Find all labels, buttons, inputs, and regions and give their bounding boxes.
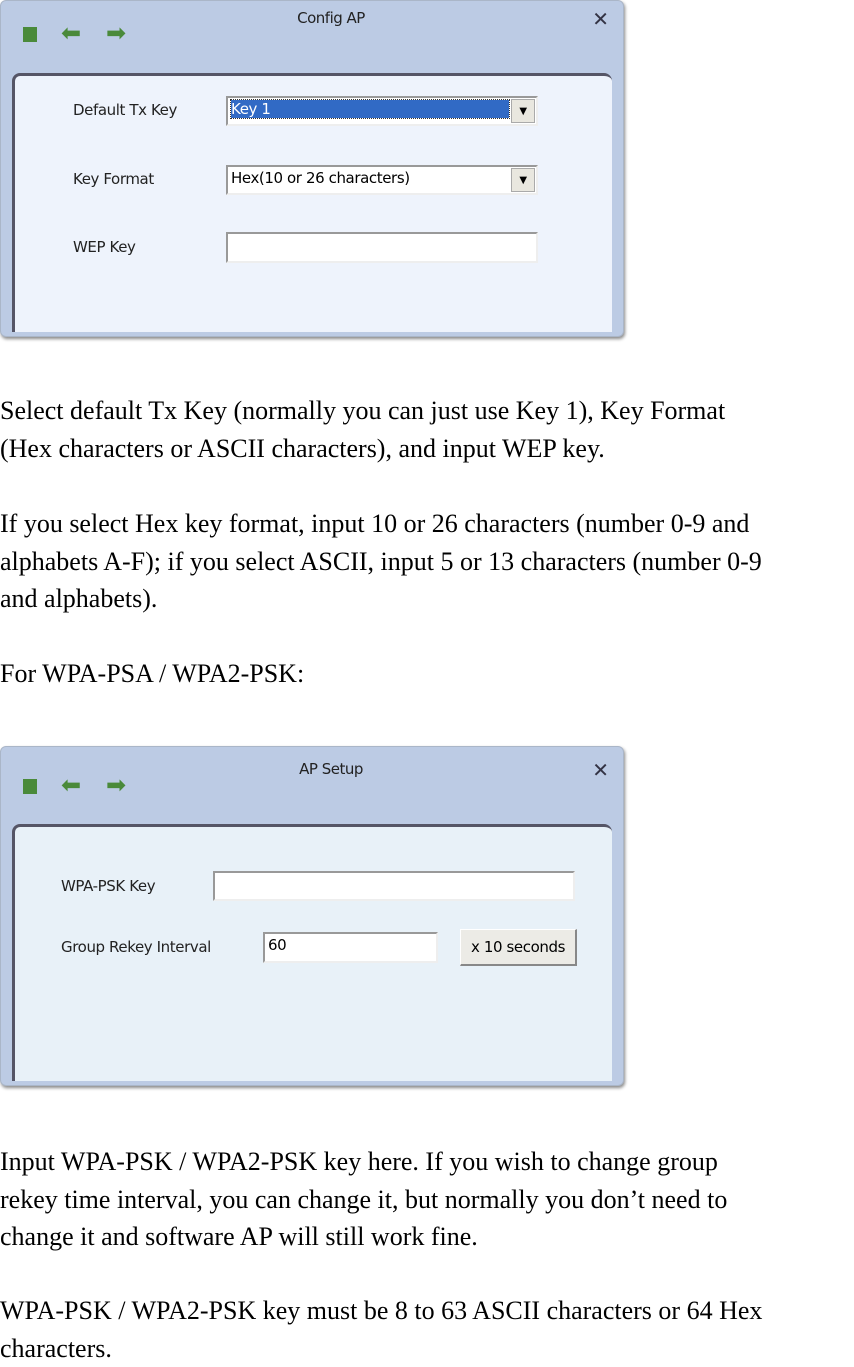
text-line: (Hex characters or ASCII characters), an…: [0, 430, 725, 468]
text-line: rekey time interval, you can change it, …: [0, 1181, 727, 1219]
text-line: For WPA-PSA / WPA2-PSK:: [0, 655, 304, 693]
text-line: and alphabets).: [0, 580, 762, 618]
default-tx-key-value: Key 1: [231, 100, 509, 118]
hex-ascii-instructions: If you select Hex key format, input 10 o…: [0, 505, 762, 618]
wpa-instructions: Input WPA-PSK / WPA2-PSK key here. If yo…: [0, 1143, 727, 1256]
wpa-psk-key-input[interactable]: [213, 871, 575, 901]
key-format-label: Key Format: [73, 170, 154, 188]
back-arrow-icon[interactable]: ⬅: [61, 21, 81, 45]
wpa-key-requirements: WPA-PSK / WPA2-PSK key must be 8 to 63 A…: [0, 1292, 762, 1367]
default-tx-key-select[interactable]: Key 1 ▼: [226, 96, 538, 126]
wpa-heading: For WPA-PSA / WPA2-PSK:: [0, 655, 304, 693]
form-panel: WPA-PSK Key Group Rekey Interval 60 x 10…: [12, 824, 612, 1081]
form-panel: Default Tx Key Key 1 ▼ Key Format Hex(10…: [12, 73, 612, 332]
text-line: characters.: [0, 1330, 762, 1367]
back-arrow-icon[interactable]: ⬅: [61, 773, 81, 797]
wpa-psk-key-label: WPA-PSK Key: [61, 877, 155, 895]
ap-setup-dialog: AP Setup ✕ ⬅ ➡ WPA-PSK Key Group Rekey I…: [0, 746, 624, 1086]
text-line: change it and software AP will still wor…: [0, 1218, 727, 1256]
text-line: Select default Tx Key (normally you can …: [0, 392, 725, 430]
forward-arrow-icon[interactable]: ➡: [106, 773, 126, 797]
chevron-down-icon[interactable]: ▼: [511, 99, 535, 123]
interval-unit-button[interactable]: x 10 seconds: [460, 929, 577, 966]
close-icon[interactable]: ✕: [592, 758, 609, 782]
chevron-down-icon[interactable]: ▼: [511, 168, 535, 192]
wep-key-input[interactable]: [226, 232, 538, 263]
forward-arrow-icon[interactable]: ➡: [106, 21, 126, 45]
text-line: WPA-PSK / WPA2-PSK key must be 8 to 63 A…: [0, 1292, 762, 1330]
default-tx-key-label: Default Tx Key: [73, 101, 177, 119]
group-rekey-interval-input[interactable]: 60: [263, 932, 438, 963]
key-format-select[interactable]: Hex(10 or 26 characters) ▼: [226, 165, 538, 195]
stop-icon[interactable]: [23, 779, 37, 794]
text-line: If you select Hex key format, input 10 o…: [0, 505, 762, 543]
stop-icon[interactable]: [23, 27, 37, 42]
text-line: Input WPA-PSK / WPA2-PSK key here. If yo…: [0, 1143, 727, 1181]
key-format-value: Hex(10 or 26 characters): [231, 169, 533, 187]
wep-instructions: Select default Tx Key (normally you can …: [0, 392, 725, 467]
config-ap-dialog: Config AP ✕ ⬅ ➡ Default Tx Key Key 1 ▼ K…: [0, 0, 624, 337]
group-rekey-interval-label: Group Rekey Interval: [61, 938, 211, 956]
wep-key-label: WEP Key: [73, 238, 136, 256]
dialog-title: AP Setup: [1, 760, 661, 778]
close-icon[interactable]: ✕: [592, 7, 609, 31]
text-line: alphabets A-F); if you select ASCII, inp…: [0, 543, 762, 581]
dialog-title: Config AP: [1, 9, 661, 27]
